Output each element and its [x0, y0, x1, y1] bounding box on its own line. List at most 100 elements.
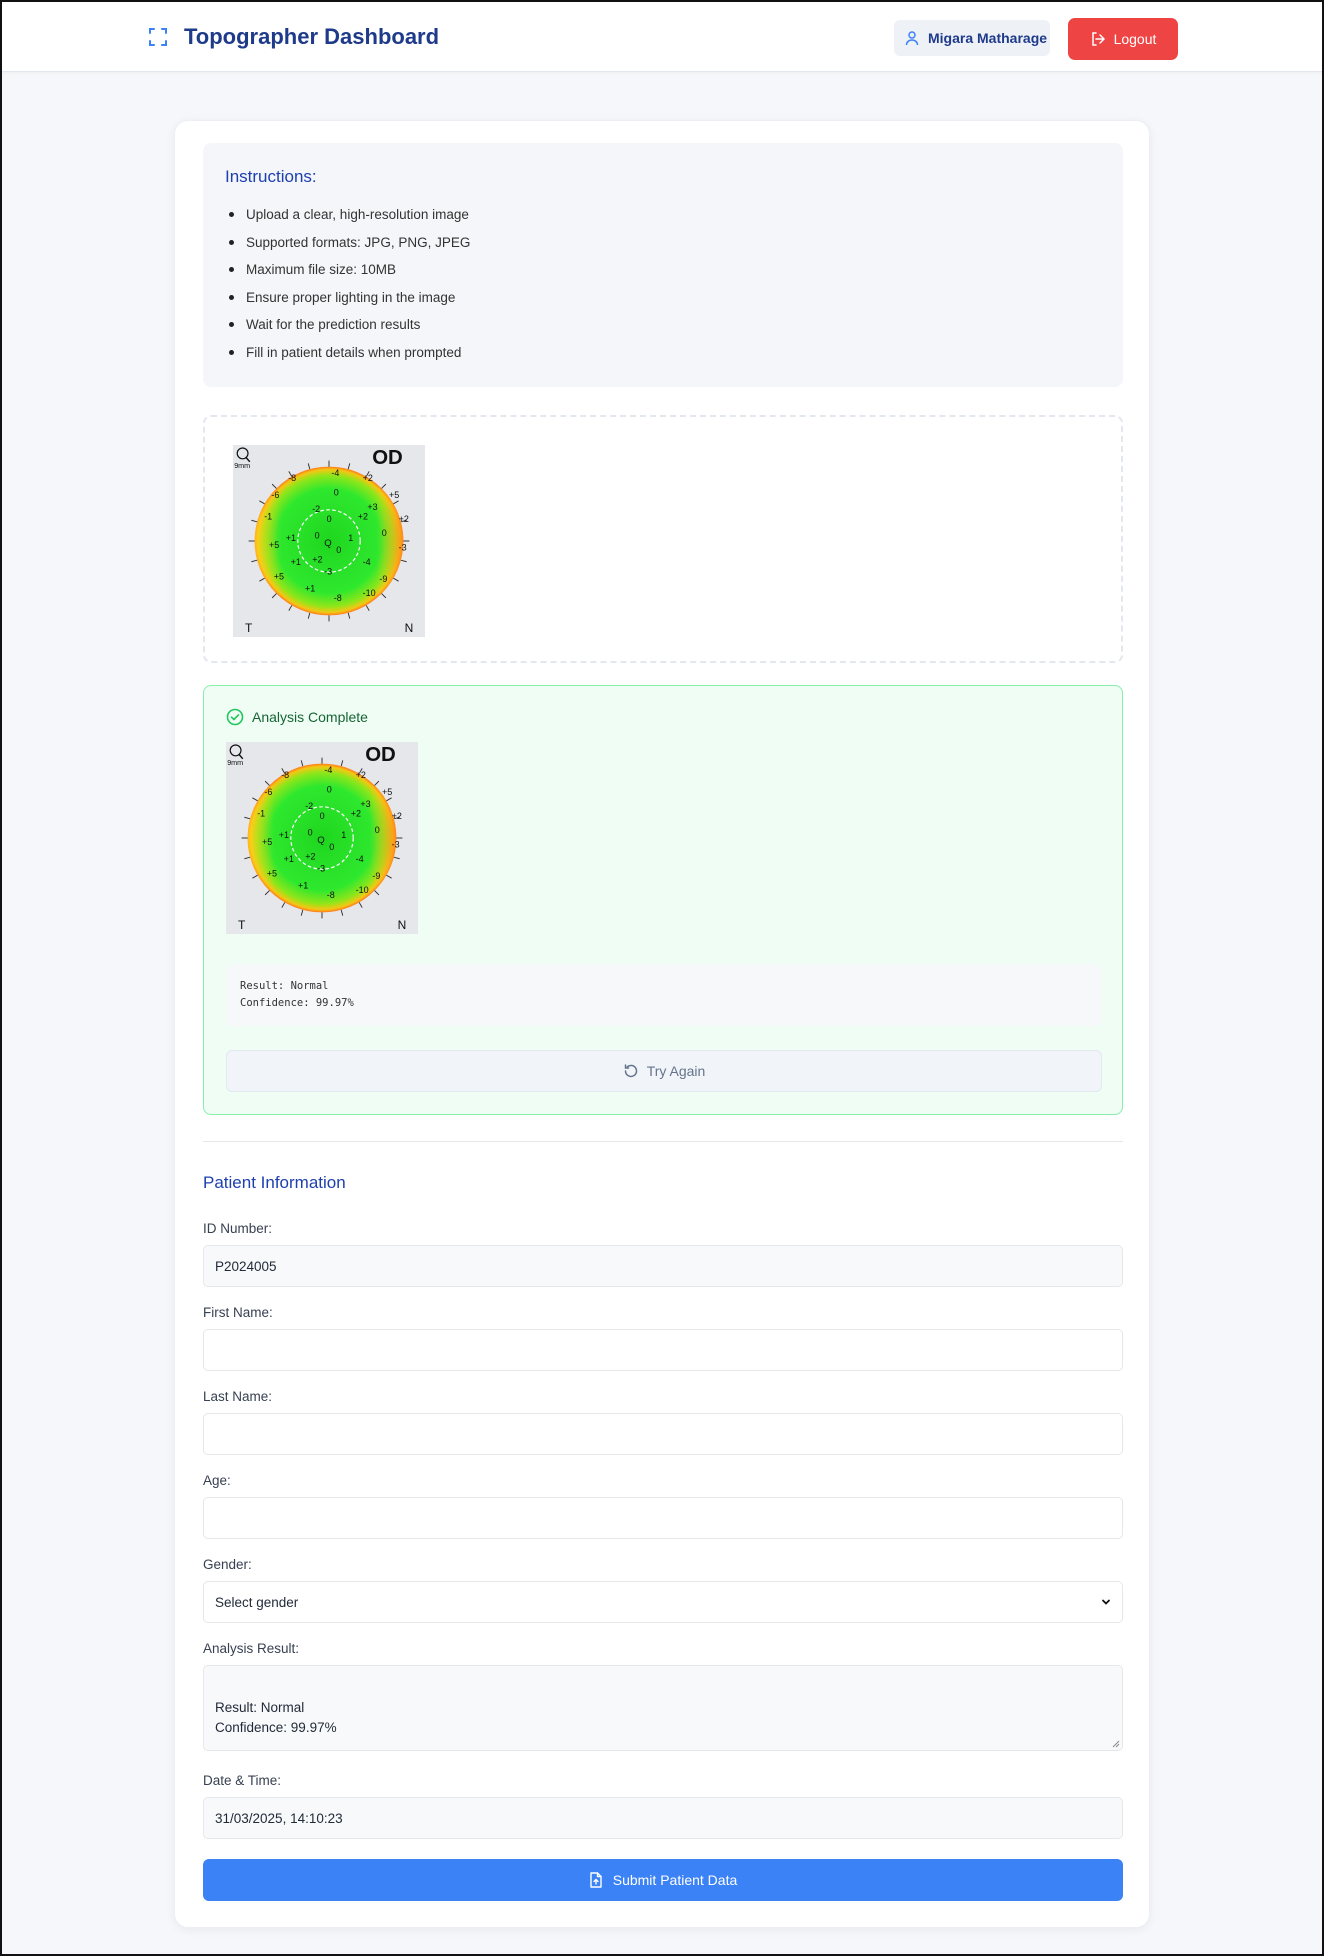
id-number-label: ID Number:	[203, 1221, 273, 1236]
user-chip[interactable]: Migara Matharage	[894, 20, 1050, 56]
svg-text:+1: +1	[298, 880, 308, 890]
datetime-label: Date & Time:	[203, 1773, 282, 1788]
svg-text:T: T	[245, 621, 253, 635]
svg-text:-1: -1	[257, 808, 265, 818]
svg-text:+2: +2	[305, 852, 315, 862]
svg-text:-1: -1	[264, 511, 272, 521]
svg-text:+2: +2	[356, 770, 366, 780]
last-name-field[interactable]	[203, 1413, 1123, 1455]
submit-patient-data-button[interactable]: Submit Patient Data	[203, 1859, 1123, 1901]
svg-text:+5: +5	[382, 787, 392, 797]
datetime-field[interactable]: 31/03/2025, 14:10:23	[203, 1797, 1123, 1839]
logout-button[interactable]: Logout	[1068, 18, 1178, 60]
svg-text:+2: +2	[392, 811, 402, 821]
svg-text:0: 0	[336, 545, 341, 555]
svg-text:-9: -9	[372, 871, 380, 881]
svg-text:+1: +1	[305, 583, 315, 593]
app-header: Topographer Dashboard Migara Matharage L…	[2, 2, 1322, 72]
svg-text:+2: +2	[363, 473, 373, 483]
instruction-item: Wait for the prediction results	[225, 311, 1101, 339]
svg-text:0: 0	[375, 825, 380, 835]
user-icon	[905, 31, 919, 46]
page-title: Topographer Dashboard	[184, 24, 440, 49]
brand: Topographer Dashboard	[148, 24, 439, 50]
svg-text:-8: -8	[288, 473, 296, 483]
svg-text:-4: -4	[331, 468, 339, 478]
svg-text:Q: Q	[317, 835, 324, 846]
instruction-item: Maximum file size: 10MB	[225, 256, 1101, 284]
svg-text:N: N	[405, 621, 414, 635]
scan-icon	[149, 28, 167, 46]
svg-text:N: N	[398, 918, 407, 932]
submit-label: Submit Patient Data	[612, 1872, 738, 1888]
prediction-output: Result: Normal Confidence: 99.97%	[226, 964, 1102, 1026]
svg-text:OD: OD	[372, 447, 403, 469]
instruction-item: Ensure proper lighting in the image	[225, 284, 1101, 312]
svg-text:-4: -4	[324, 765, 332, 775]
analyzed-topography-image: -8 -4 +2 -6 0 +3 +5 -1 -2 0 +2 +2 0 1 0 +1 +5 -3 +1 0 +2 -4 -9…	[226, 742, 418, 934]
first-name-field[interactable]	[203, 1329, 1123, 1371]
svg-text:-10: -10	[363, 588, 376, 598]
svg-text:-2: -2	[312, 504, 320, 514]
refresh-icon	[624, 1064, 637, 1078]
analysis-status: Analysis Complete	[226, 708, 368, 726]
svg-text:+5: +5	[274, 571, 284, 581]
gender-label: Gender:	[203, 1557, 252, 1572]
uploaded-topography-image: -8 -4 +2 -6 0 +3 +5 -1 -2 0 +2 +2 0 1 0 +1 +5 -3 +1 0 +2 -4 -9…	[233, 445, 425, 637]
svg-text:-3: -3	[317, 864, 325, 874]
svg-text:+2: +2	[399, 514, 409, 524]
svg-text:+3: +3	[360, 799, 370, 809]
svg-text:0: 0	[320, 811, 325, 821]
svg-text:+1: +1	[279, 830, 289, 840]
svg-text:0: 0	[334, 487, 339, 497]
svg-text:+1: +1	[286, 533, 296, 543]
try-again-label: Try Again	[646, 1063, 706, 1079]
id-number-field[interactable]: P2024005	[203, 1245, 1123, 1287]
gender-selected-value: Select gender	[215, 1594, 299, 1610]
analysis-result-textarea[interactable]: Result: Normal Confidence: 99.97%	[203, 1665, 1123, 1751]
chevron-down-icon	[1102, 1599, 1110, 1605]
svg-text:-3: -3	[399, 543, 407, 553]
svg-text:+1: +1	[291, 557, 301, 567]
gender-select[interactable]: Select gender	[203, 1581, 1123, 1623]
svg-text:-3: -3	[324, 567, 332, 577]
instructions-list: Upload a clear, high-resolution image Su…	[225, 201, 1101, 366]
age-label: Age:	[203, 1473, 231, 1488]
instruction-item: Upload a clear, high-resolution image	[225, 201, 1101, 229]
svg-text:-2: -2	[305, 801, 313, 811]
user-name: Migara Matharage	[928, 30, 1048, 46]
svg-text:-6: -6	[264, 787, 272, 797]
svg-text:9mm: 9mm	[227, 758, 243, 767]
analysis-status-text: Analysis Complete	[252, 709, 368, 725]
svg-text:0: 0	[327, 784, 332, 794]
svg-text:+5: +5	[267, 868, 277, 878]
resize-grip-icon[interactable]	[1112, 1740, 1120, 1748]
svg-text:+1: +1	[284, 854, 294, 864]
svg-text:0: 0	[327, 514, 332, 524]
svg-text:-9: -9	[379, 574, 387, 584]
try-again-button[interactable]: Try Again	[226, 1050, 1102, 1092]
analysis-result-label: Analysis Result:	[203, 1641, 300, 1656]
svg-text:-3: -3	[392, 840, 400, 850]
upload-dropzone[interactable]: -8 -4 +2 -6 0 +3 +5 -1 -2 0 +2 +2 0 1 0 +1 +5 -3 +1 0 +2 -4 -9…	[203, 415, 1123, 663]
instructions-panel: Instructions: Upload a clear, high-resol…	[203, 143, 1123, 387]
svg-text:+2: +2	[358, 511, 368, 521]
last-name-label: Last Name:	[203, 1389, 273, 1404]
instruction-item: Supported formats: JPG, PNG, JPEG	[225, 229, 1101, 257]
svg-text:0: 0	[329, 842, 334, 852]
svg-text:-4: -4	[356, 854, 364, 864]
main-card: Instructions: Upload a clear, high-resol…	[174, 120, 1150, 1928]
svg-text:+2: +2	[351, 808, 361, 818]
analysis-result-panel: Analysis Complete -8 -4 +2 -6 0 +3 +5 -1 -2 0 +2 +2…	[203, 685, 1123, 1115]
svg-text:-8: -8	[281, 770, 289, 780]
confidence-line: Confidence: 99.97%	[240, 997, 354, 1009]
logout-label: Logout	[1113, 31, 1157, 47]
svg-text:Q: Q	[324, 538, 331, 549]
svg-text:0: 0	[308, 828, 313, 838]
svg-text:-4: -4	[363, 557, 371, 567]
result-line: Result: Normal	[240, 980, 329, 992]
age-field[interactable]	[203, 1497, 1123, 1539]
svg-text:-6: -6	[271, 490, 279, 500]
svg-text:0: 0	[315, 531, 320, 541]
analysis-result-value: Result: Normal Confidence: 99.97%	[215, 1700, 337, 1735]
